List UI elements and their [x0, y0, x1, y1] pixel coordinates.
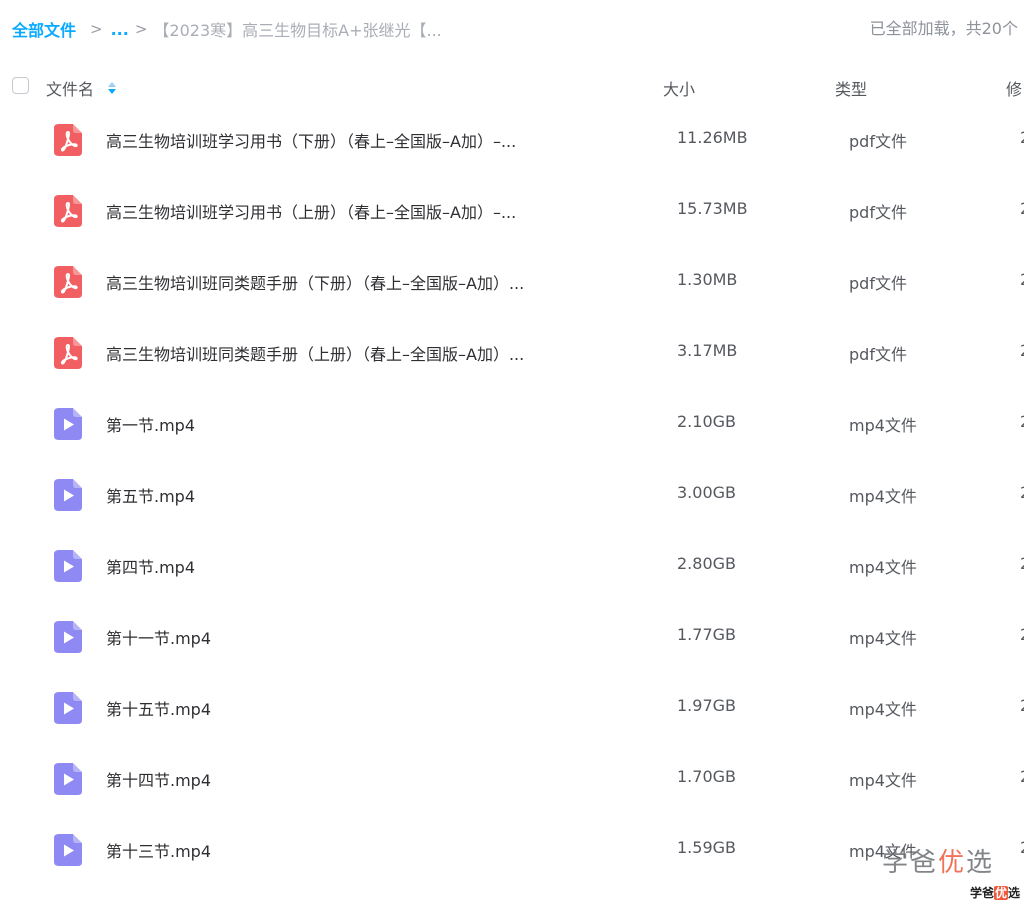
- file-modified-date: 2: [1020, 483, 1024, 502]
- file-name[interactable]: 第十四节.mp4: [106, 767, 211, 791]
- video-file-icon: [54, 621, 82, 653]
- file-modified-date: 2: [1020, 199, 1024, 218]
- file-name[interactable]: 高三生物培训班学习用书（下册）（春上–全国版–A加）–...: [106, 128, 516, 152]
- video-file-icon: [54, 408, 82, 440]
- file-type: pdf文件: [849, 132, 907, 151]
- file-modified-date: 2: [1020, 767, 1024, 786]
- table-row[interactable]: 第四节.mp4 2.80GB mp4文件 2: [0, 530, 1024, 601]
- table-row[interactable]: 高三生物培训班同类题手册（下册）（春上–全国版–A加）... 1.30MB pdf文…: [0, 246, 1024, 317]
- file-name[interactable]: 第十五节.mp4: [106, 696, 211, 720]
- chevron-right-icon: >: [134, 20, 148, 38]
- file-modified-date: 2: [1020, 554, 1024, 573]
- file-name[interactable]: 第四节.mp4: [106, 554, 195, 578]
- file-type: pdf文件: [849, 345, 907, 364]
- file-name[interactable]: 第十三节.mp4: [106, 838, 211, 862]
- file-browser: 全部文件 > ... > 【2023寒】高三生物目标A+张继光【... 已全部加…: [0, 0, 1024, 906]
- file-modified-date: 2: [1020, 696, 1024, 715]
- file-size: 2.10GB: [677, 412, 736, 431]
- breadcrumb: 全部文件 > ... > 【2023寒】高三生物目标A+张继光【...: [12, 16, 442, 42]
- file-modified-date: 2: [1020, 412, 1024, 431]
- breadcrumb-root-link[interactable]: 全部文件: [12, 17, 76, 41]
- file-name[interactable]: 高三生物培训班同类题手册（下册）（春上–全国版–A加）...: [106, 270, 524, 294]
- watermark-logo-small: 学爸优选: [969, 886, 1020, 900]
- table-row[interactable]: 第十一节.mp4 1.77GB mp4文件 2: [0, 601, 1024, 672]
- file-type: mp4文件: [849, 558, 917, 577]
- file-size: 11.26MB: [677, 128, 748, 147]
- table-row[interactable]: 高三生物培训班同类题手册（上册）（春上–全国版–A加）... 3.17MB pdf文…: [0, 317, 1024, 388]
- breadcrumb-current-folder: 【2023寒】高三生物目标A+张继光【...: [153, 21, 442, 40]
- file-type: mp4文件: [849, 416, 917, 435]
- pdf-file-icon: [54, 195, 82, 227]
- file-name[interactable]: 第一节.mp4: [106, 412, 195, 436]
- file-modified-date: 2: [1020, 625, 1024, 644]
- table-row[interactable]: 高三生物培训班学习用书（上册）（春上–全国版–A加）–... 15.73MB pdf…: [0, 175, 1024, 246]
- table-row[interactable]: 第十四节.mp4 1.70GB mp4文件 2: [0, 743, 1024, 814]
- file-name[interactable]: 高三生物培训班同类题手册（上册）（春上–全国版–A加）...: [106, 341, 524, 365]
- video-file-icon: [54, 692, 82, 724]
- file-type: pdf文件: [849, 274, 907, 293]
- file-size: 3.17MB: [677, 341, 738, 360]
- file-size: 1.70GB: [677, 767, 736, 786]
- file-name[interactable]: 高三生物培训班学习用书（上册）（春上–全国版–A加）–...: [106, 199, 516, 223]
- table-row[interactable]: 第一节.mp4 2.10GB mp4文件 2: [0, 388, 1024, 459]
- file-name[interactable]: 第十一节.mp4: [106, 625, 211, 649]
- pdf-file-icon: [54, 124, 82, 156]
- video-file-icon: [54, 763, 82, 795]
- video-file-icon: [54, 834, 82, 866]
- file-type: mp4文件: [849, 700, 917, 719]
- file-size: 2.80GB: [677, 554, 736, 573]
- file-type: mp4文件: [849, 771, 917, 790]
- select-all-checkbox[interactable]: [12, 77, 29, 94]
- file-name[interactable]: 第五节.mp4: [106, 483, 195, 507]
- file-type: pdf文件: [849, 203, 907, 222]
- table-row[interactable]: 第十三节.mp41.59GBmp4文件2: [0, 814, 1024, 885]
- table-row[interactable]: 高三生物培训班学习用书（下册）（春上–全国版–A加）–... 11.26MB pdf…: [0, 104, 1024, 175]
- sort-icon[interactable]: [108, 82, 117, 94]
- table-row[interactable]: 第五节.mp4 3.00GB mp4文件 2: [0, 459, 1024, 530]
- video-file-icon: [54, 479, 82, 511]
- column-header-name[interactable]: 文件名: [46, 76, 117, 100]
- table-header: 文件名 大小 类型 修: [0, 70, 1024, 104]
- file-list: 高三生物培训班学习用书（下册）（春上–全国版–A加）–... 11.26MB pdf…: [0, 104, 1024, 885]
- column-header-name-label: 文件名: [46, 80, 95, 99]
- column-header-modified[interactable]: 修: [1006, 76, 1022, 100]
- file-modified-date: 2: [1020, 341, 1024, 360]
- file-type: mp4文件: [849, 629, 917, 648]
- breadcrumb-more-link[interactable]: ...: [111, 20, 129, 39]
- load-status: 已全部加载，共20个: [869, 19, 1018, 38]
- file-size: 1.77GB: [677, 625, 736, 644]
- file-size: 3.00GB: [677, 483, 736, 502]
- pdf-file-icon: [54, 337, 82, 369]
- watermark-logo: 学爸优选: [881, 848, 994, 878]
- video-file-icon: [54, 550, 82, 582]
- file-size: 1.59GB: [677, 838, 736, 857]
- file-modified-date: 2: [1020, 128, 1024, 147]
- pdf-file-icon: [54, 266, 82, 298]
- file-size: 1.97GB: [677, 696, 736, 715]
- file-size: 15.73MB: [677, 199, 748, 218]
- file-type: mp4文件: [849, 487, 917, 506]
- column-header-type[interactable]: 类型: [835, 76, 867, 100]
- file-modified-date: 2: [1020, 270, 1024, 289]
- file-modified-date: 2: [1020, 838, 1024, 857]
- file-size: 1.30MB: [677, 270, 738, 289]
- chevron-right-icon: >: [90, 20, 103, 38]
- column-header-size[interactable]: 大小: [663, 76, 695, 100]
- table-row[interactable]: 第十五节.mp4 1.97GB mp4文件 2: [0, 672, 1024, 743]
